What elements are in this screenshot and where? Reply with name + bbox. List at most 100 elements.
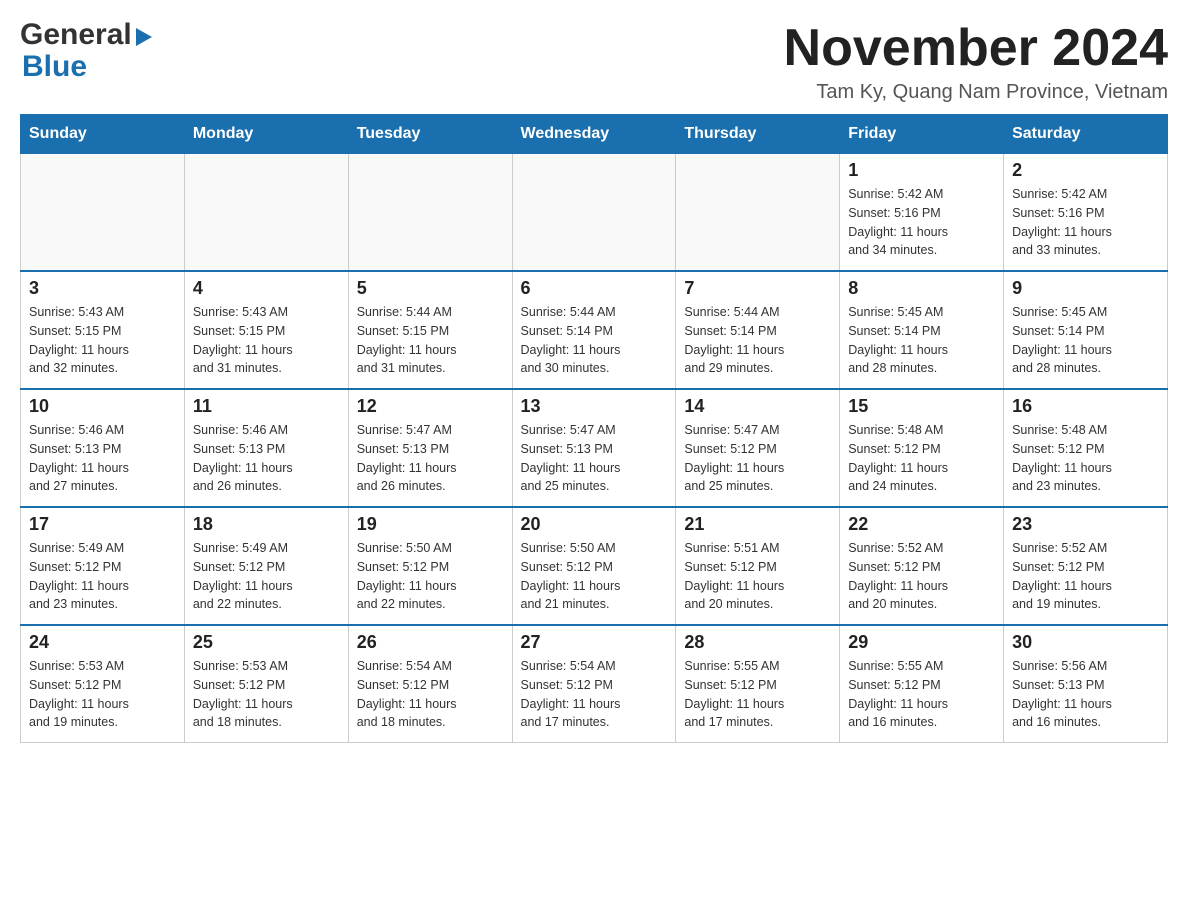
day-info: Sunrise: 5:44 AMSunset: 5:15 PMDaylight:…: [357, 303, 504, 378]
day-header-monday: Monday: [184, 115, 348, 154]
day-number: 12: [357, 396, 504, 417]
calendar-cell: 24 Sunrise: 5:53 AMSunset: 5:12 PMDayligh…: [21, 625, 185, 743]
day-number: 20: [521, 514, 668, 535]
month-title: November 2024: [784, 20, 1168, 77]
calendar-cell: 21 Sunrise: 5:51 AMSunset: 5:12 PMDayligh…: [676, 507, 840, 625]
day-number: 11: [193, 396, 340, 417]
day-info: Sunrise: 5:43 AMSunset: 5:15 PMDaylight:…: [29, 303, 176, 378]
calendar-cell: [512, 154, 676, 272]
day-info: Sunrise: 5:54 AMSunset: 5:12 PMDaylight:…: [521, 657, 668, 732]
day-info: Sunrise: 5:55 AMSunset: 5:12 PMDaylight:…: [848, 657, 995, 732]
calendar-cell: [21, 154, 185, 272]
logo-blue: Blue: [22, 50, 87, 83]
day-info: Sunrise: 5:47 AMSunset: 5:13 PMDaylight:…: [521, 421, 668, 496]
calendar-cell: 11 Sunrise: 5:46 AMSunset: 5:13 PMDayligh…: [184, 389, 348, 507]
day-info: Sunrise: 5:47 AMSunset: 5:13 PMDaylight:…: [357, 421, 504, 496]
day-header-tuesday: Tuesday: [348, 115, 512, 154]
day-number: 23: [1012, 514, 1159, 535]
calendar-header-row: SundayMondayTuesdayWednesdayThursdayFrid…: [21, 115, 1168, 154]
calendar-cell: 5 Sunrise: 5:44 AMSunset: 5:15 PMDaylight…: [348, 271, 512, 389]
calendar-week-1: 1 Sunrise: 5:42 AMSunset: 5:16 PMDaylight…: [21, 154, 1168, 272]
day-info: Sunrise: 5:56 AMSunset: 5:13 PMDaylight:…: [1012, 657, 1159, 732]
calendar-cell: [348, 154, 512, 272]
day-number: 4: [193, 278, 340, 299]
day-number: 29: [848, 632, 995, 653]
calendar-cell: 22 Sunrise: 5:52 AMSunset: 5:12 PMDayligh…: [840, 507, 1004, 625]
day-number: 3: [29, 278, 176, 299]
day-info: Sunrise: 5:52 AMSunset: 5:12 PMDaylight:…: [1012, 539, 1159, 614]
day-header-thursday: Thursday: [676, 115, 840, 154]
day-header-wednesday: Wednesday: [512, 115, 676, 154]
day-header-saturday: Saturday: [1004, 115, 1168, 154]
day-info: Sunrise: 5:54 AMSunset: 5:12 PMDaylight:…: [357, 657, 504, 732]
logo: General Blue: [20, 20, 152, 84]
day-info: Sunrise: 5:42 AMSunset: 5:16 PMDaylight:…: [848, 185, 995, 260]
day-info: Sunrise: 5:43 AMSunset: 5:15 PMDaylight:…: [193, 303, 340, 378]
logo-triangle-icon: [136, 28, 152, 46]
calendar-cell: 13 Sunrise: 5:47 AMSunset: 5:13 PMDayligh…: [512, 389, 676, 507]
calendar-cell: 12 Sunrise: 5:47 AMSunset: 5:13 PMDayligh…: [348, 389, 512, 507]
calendar-cell: 3 Sunrise: 5:43 AMSunset: 5:15 PMDaylight…: [21, 271, 185, 389]
calendar-cell: 25Sunrise: 5:53 AMSunset: 5:12 PMDayligh…: [184, 625, 348, 743]
day-info: Sunrise: 5:45 AMSunset: 5:14 PMDaylight:…: [1012, 303, 1159, 378]
day-number: 18: [193, 514, 340, 535]
day-number: 14: [684, 396, 831, 417]
page-header: General Blue November 2024 Tam Ky, Quang…: [20, 20, 1168, 104]
calendar-week-5: 24 Sunrise: 5:53 AMSunset: 5:12 PMDayligh…: [21, 625, 1168, 743]
calendar-cell: 2 Sunrise: 5:42 AMSunset: 5:16 PMDaylight…: [1004, 154, 1168, 272]
day-info: Sunrise: 5:44 AMSunset: 5:14 PMDaylight:…: [684, 303, 831, 378]
calendar-cell: 18 Sunrise: 5:49 AMSunset: 5:12 PMDayligh…: [184, 507, 348, 625]
day-info: Sunrise: 5:52 AMSunset: 5:12 PMDaylight:…: [848, 539, 995, 614]
calendar-week-4: 17 Sunrise: 5:49 AMSunset: 5:12 PMDayligh…: [21, 507, 1168, 625]
calendar-week-2: 3 Sunrise: 5:43 AMSunset: 5:15 PMDaylight…: [21, 271, 1168, 389]
day-info: Sunrise: 5:42 AMSunset: 5:16 PMDaylight:…: [1012, 185, 1159, 260]
day-info: Sunrise: 5:49 AMSunset: 5:12 PMDaylight:…: [193, 539, 340, 614]
day-header-sunday: Sunday: [21, 115, 185, 154]
day-info: Sunrise: 5:46 AMSunset: 5:13 PMDaylight:…: [193, 421, 340, 496]
day-info: Sunrise: 5:55 AMSunset: 5:12 PMDaylight:…: [684, 657, 831, 732]
calendar-table: SundayMondayTuesdayWednesdayThursdayFrid…: [20, 114, 1168, 743]
calendar-cell: 26 Sunrise: 5:54 AMSunset: 5:12 PMDayligh…: [348, 625, 512, 743]
title-section: November 2024 Tam Ky, Quang Nam Province…: [784, 20, 1168, 104]
day-info: Sunrise: 5:45 AMSunset: 5:14 PMDaylight:…: [848, 303, 995, 378]
calendar-cell: 29 Sunrise: 5:55 AMSunset: 5:12 PMDayligh…: [840, 625, 1004, 743]
day-info: Sunrise: 5:50 AMSunset: 5:12 PMDaylight:…: [357, 539, 504, 614]
calendar-cell: 17 Sunrise: 5:49 AMSunset: 5:12 PMDayligh…: [21, 507, 185, 625]
calendar-cell: [184, 154, 348, 272]
logo-general: General: [20, 20, 132, 50]
day-number: 21: [684, 514, 831, 535]
calendar-cell: 16Sunrise: 5:48 AMSunset: 5:12 PMDayligh…: [1004, 389, 1168, 507]
day-number: 1: [848, 160, 995, 181]
calendar-cell: 8Sunrise: 5:45 AMSunset: 5:14 PMDaylight…: [840, 271, 1004, 389]
day-number: 26: [357, 632, 504, 653]
day-number: 24: [29, 632, 176, 653]
calendar-cell: 20 Sunrise: 5:50 AMSunset: 5:12 PMDayligh…: [512, 507, 676, 625]
calendar-cell: 10Sunrise: 5:46 AMSunset: 5:13 PMDayligh…: [21, 389, 185, 507]
day-info: Sunrise: 5:49 AMSunset: 5:12 PMDaylight:…: [29, 539, 176, 614]
calendar-cell: 9 Sunrise: 5:45 AMSunset: 5:14 PMDaylight…: [1004, 271, 1168, 389]
calendar-cell: 27Sunrise: 5:54 AMSunset: 5:12 PMDayligh…: [512, 625, 676, 743]
day-number: 13: [521, 396, 668, 417]
day-number: 6: [521, 278, 668, 299]
day-number: 7: [684, 278, 831, 299]
day-info: Sunrise: 5:53 AMSunset: 5:12 PMDaylight:…: [193, 657, 340, 732]
day-info: Sunrise: 5:48 AMSunset: 5:12 PMDaylight:…: [1012, 421, 1159, 496]
day-number: 22: [848, 514, 995, 535]
calendar-cell: 28Sunrise: 5:55 AMSunset: 5:12 PMDayligh…: [676, 625, 840, 743]
day-info: Sunrise: 5:53 AMSunset: 5:12 PMDaylight:…: [29, 657, 176, 732]
day-number: 19: [357, 514, 504, 535]
calendar-cell: 6 Sunrise: 5:44 AMSunset: 5:14 PMDaylight…: [512, 271, 676, 389]
day-info: Sunrise: 5:46 AMSunset: 5:13 PMDaylight:…: [29, 421, 176, 496]
day-number: 9: [1012, 278, 1159, 299]
day-number: 5: [357, 278, 504, 299]
calendar-cell: 14Sunrise: 5:47 AMSunset: 5:12 PMDayligh…: [676, 389, 840, 507]
day-info: Sunrise: 5:51 AMSunset: 5:12 PMDaylight:…: [684, 539, 831, 614]
day-number: 17: [29, 514, 176, 535]
calendar-week-3: 10Sunrise: 5:46 AMSunset: 5:13 PMDayligh…: [21, 389, 1168, 507]
day-number: 30: [1012, 632, 1159, 653]
day-info: Sunrise: 5:50 AMSunset: 5:12 PMDaylight:…: [521, 539, 668, 614]
day-info: Sunrise: 5:48 AMSunset: 5:12 PMDaylight:…: [848, 421, 995, 496]
calendar-cell: 23 Sunrise: 5:52 AMSunset: 5:12 PMDayligh…: [1004, 507, 1168, 625]
day-info: Sunrise: 5:44 AMSunset: 5:14 PMDaylight:…: [521, 303, 668, 378]
day-number: 2: [1012, 160, 1159, 181]
